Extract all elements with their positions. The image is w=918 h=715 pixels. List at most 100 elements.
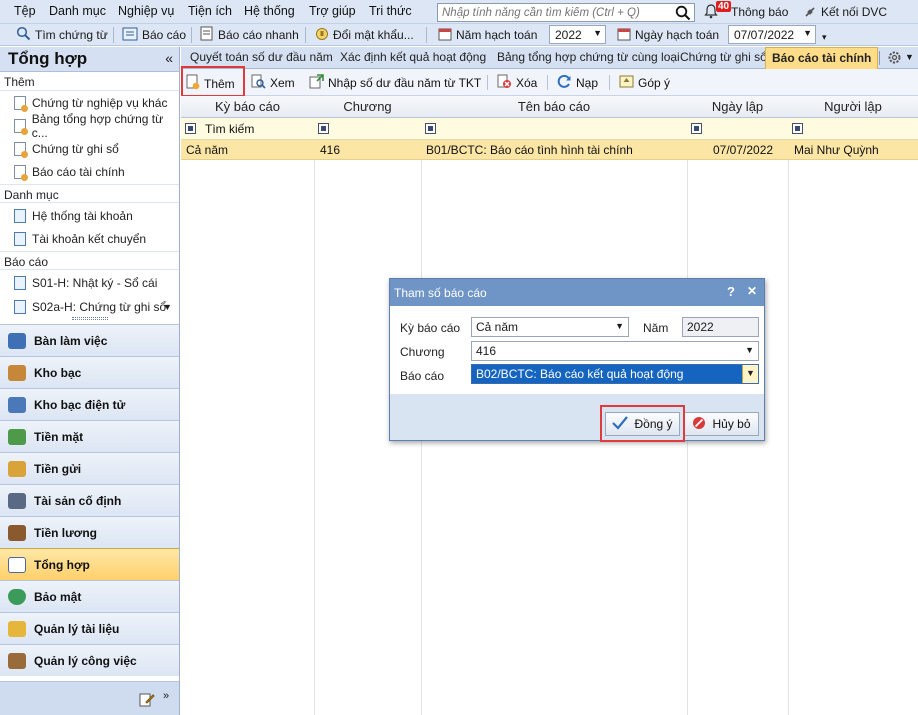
- deposit-icon: [8, 460, 26, 477]
- sidebar-item-other-voucher[interactable]: Chứng từ nghiệp vụ khác: [14, 93, 167, 113]
- splitter-handle[interactable]: [72, 317, 108, 320]
- nav-cash[interactable]: Tiền mặt: [0, 420, 179, 452]
- edit-icon[interactable]: [139, 691, 155, 710]
- quick-report-button[interactable]: Báo cáo nhanh: [200, 26, 299, 44]
- menu-knowledge[interactable]: Tri thức: [369, 4, 412, 18]
- notifications-link[interactable]: Thông báo: [731, 5, 788, 19]
- posting-date-picker[interactable]: 07/07/2022 ▼: [728, 25, 816, 44]
- menu-file[interactable]: Tệp: [14, 4, 36, 18]
- table-row[interactable]: Cả năm 416 B01/BCTC: Báo cáo tình hình t…: [181, 140, 918, 160]
- delete-icon: [497, 74, 512, 92]
- menu-utilities[interactable]: Tiện ích: [188, 4, 232, 18]
- report-select[interactable]: B02/BCTC: Báo cáo kết quả hoạt động ▼: [471, 364, 759, 384]
- filter-search-label[interactable]: Tìm kiếm: [205, 122, 254, 136]
- delete-button[interactable]: Xóa: [497, 74, 537, 92]
- menu-help[interactable]: Trợ giúp: [309, 4, 356, 18]
- scroll-down-icon[interactable]: ▼: [163, 302, 172, 312]
- reload-button[interactable]: Nạp: [557, 74, 598, 92]
- column-header-created-date[interactable]: Ngày lập: [687, 99, 788, 114]
- nav-treasury[interactable]: Kho bạc: [0, 356, 179, 388]
- column-header-period[interactable]: Kỳ báo cáo: [181, 99, 314, 114]
- nav-tasks[interactable]: Quản lý công việc: [0, 644, 179, 676]
- column-header-chapter[interactable]: Chương: [314, 99, 421, 114]
- cancel-button[interactable]: Hủy bỏ: [684, 412, 759, 436]
- report-button[interactable]: Báo cáo: [122, 26, 186, 44]
- fiscal-year-select[interactable]: 2022 ▼: [549, 25, 606, 44]
- collapse-icon[interactable]: «: [165, 50, 173, 66]
- close-icon[interactable]: ✕: [747, 284, 757, 298]
- chevron-down-icon: ▼: [593, 28, 602, 38]
- dialog-body: Kỳ báo cáo Cả năm ▼ Năm 2022 Chương 416 …: [390, 306, 764, 394]
- calendar-icon: [438, 27, 452, 44]
- report-icon: [122, 27, 138, 44]
- sidebar-section-add: Thêm: [0, 72, 179, 91]
- tab-opening-balance[interactable]: Quyết toán số dư đầu năm: [190, 50, 333, 64]
- sidebar-item-summary-table[interactable]: Bảng tổng hợp chứng từ c...: [14, 112, 179, 140]
- cell-period: Cả năm: [186, 143, 229, 157]
- tab-ledger-voucher[interactable]: Chứng từ ghi sổ: [680, 50, 767, 64]
- nav-dashboard[interactable]: Bàn làm việc: [0, 324, 179, 356]
- sidebar-header: Tổng hợp «: [0, 47, 179, 72]
- filter-icon[interactable]: [318, 123, 329, 134]
- nav-e-treasury[interactable]: Kho bạc điện tử: [0, 388, 179, 420]
- main-toolbar: Tìm chứng từ Báo cáo Báo cáo nhanh Đổi m…: [0, 24, 918, 46]
- column-header-report-name[interactable]: Tên báo cáo: [421, 99, 687, 114]
- menu-system[interactable]: Hệ thống: [244, 4, 295, 18]
- cash-icon: [8, 428, 26, 445]
- column-header-creator[interactable]: Người lập: [788, 99, 918, 114]
- menu-catalog[interactable]: Danh mục: [49, 4, 106, 18]
- feature-search-input[interactable]: [438, 4, 670, 21]
- import-opening-button[interactable]: Nhập số dư đầu năm từ TKT: [309, 74, 481, 92]
- notification-badge: 40: [716, 1, 732, 12]
- chevron-down-icon: ▼: [745, 345, 754, 355]
- add-document-icon: [14, 96, 28, 112]
- shield-icon: [8, 588, 26, 605]
- sidebar-item-ledger-voucher[interactable]: Chứng từ ghi sổ: [14, 139, 119, 159]
- feedback-button[interactable]: Góp ý: [619, 74, 670, 92]
- sidebar-item-account-system[interactable]: Hệ thống tài khoản: [14, 206, 133, 226]
- nav-documents[interactable]: Quản lý tài liệu: [0, 612, 179, 644]
- change-password-button[interactable]: Đổi mật khẩu...: [315, 26, 414, 44]
- period-select[interactable]: Cả năm ▼: [471, 317, 629, 337]
- e-bank-icon: [8, 396, 26, 413]
- search-icon: [16, 26, 31, 44]
- filter-icon[interactable]: [691, 123, 702, 134]
- filter-icon[interactable]: [792, 123, 803, 134]
- sidebar-item-report-s02a[interactable]: S02a-H: Chứng từ ghi sổ: [14, 297, 166, 317]
- search-icon[interactable]: [675, 5, 691, 24]
- nav-general[interactable]: Tổng hợp: [0, 548, 179, 580]
- view-button[interactable]: Xem: [251, 74, 295, 92]
- nav-security[interactable]: Bảo mật: [0, 580, 179, 612]
- chapter-select[interactable]: 416 ▼: [471, 341, 759, 361]
- year-label: Năm: [643, 321, 669, 335]
- sidebar-item-report-s01[interactable]: S01-H: Nhật ký - Sổ cái: [14, 273, 157, 293]
- tab-operating-result[interactable]: Xác định kết quả hoạt động: [340, 50, 486, 64]
- filter-icon[interactable]: [185, 123, 196, 134]
- toolbar-overflow-icon[interactable]: ▾: [822, 32, 827, 43]
- chevron-down-icon[interactable]: ▼: [905, 52, 914, 62]
- sidebar-footer: »: [0, 681, 179, 715]
- filter-icon[interactable]: [425, 123, 436, 134]
- nav-payroll[interactable]: Tiền lương: [0, 516, 179, 548]
- sidebar-item-financial-report[interactable]: Báo cáo tài chính: [14, 162, 125, 182]
- toolbar-divider: [113, 27, 114, 43]
- help-icon[interactable]: ?: [727, 284, 735, 299]
- sidebar-item-transfer-account[interactable]: Tài khoản kết chuyển: [14, 229, 146, 249]
- year-field: 2022: [682, 317, 759, 337]
- find-voucher-button[interactable]: Tìm chứng từ: [16, 26, 108, 44]
- chevron-down-icon[interactable]: ▼: [742, 365, 758, 383]
- expand-more-icon[interactable]: »: [163, 690, 169, 702]
- tab-summary-same-type[interactable]: Bảng tổng hợp chứng từ cùng loại: [497, 50, 680, 64]
- ok-button-highlight: [600, 405, 685, 442]
- grid-column-divider: [788, 96, 789, 715]
- nav-fixed-assets[interactable]: Tài sản cố định: [0, 484, 179, 516]
- menu-operations[interactable]: Nghiệp vụ: [118, 4, 174, 18]
- tab-divider: [879, 51, 880, 65]
- tab-financial-report[interactable]: Báo cáo tài chính: [765, 47, 879, 69]
- nav-deposit[interactable]: Tiền gửi: [0, 452, 179, 484]
- gear-icon[interactable]: [887, 50, 902, 68]
- sidebar-section-reports: Báo cáo: [0, 251, 179, 270]
- chapter-label: Chương: [400, 345, 445, 359]
- connect-dvc-link[interactable]: Kết nối DVC: [821, 5, 887, 19]
- sidebar: Tổng hợp « Thêm Chứng từ nghiệp vụ khác …: [0, 47, 180, 715]
